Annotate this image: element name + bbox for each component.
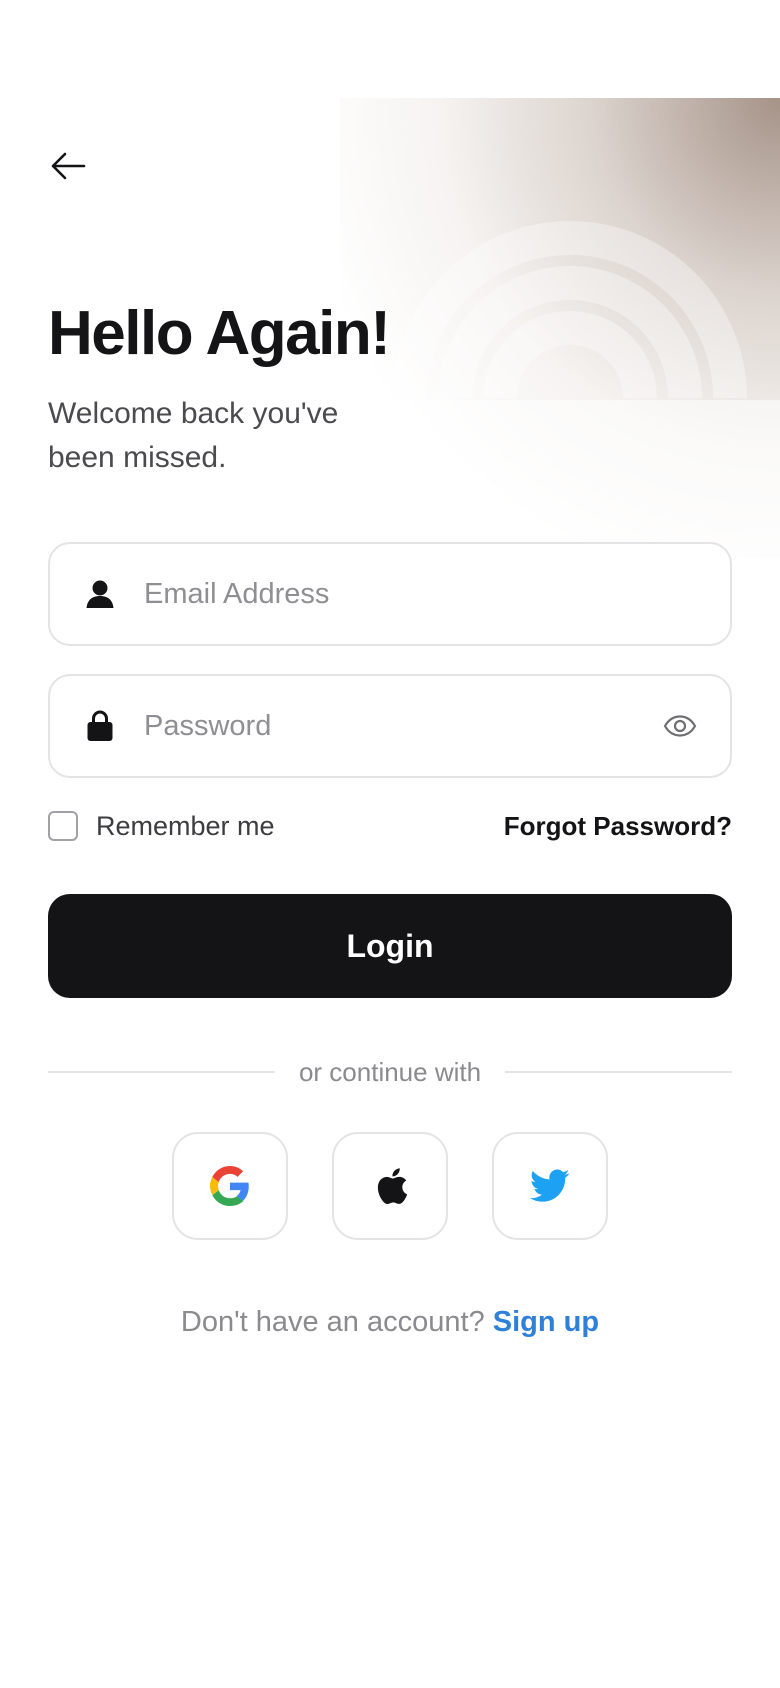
remember-me-checkbox[interactable] [48,811,78,841]
show-password-toggle[interactable] [660,706,700,746]
apple-icon [377,1168,408,1205]
email-field[interactable] [48,542,732,646]
page-subtitle: Welcome back you've been missed. [48,397,339,474]
divider-line-right [505,1071,733,1073]
signup-row: Don't have an account? Sign up [0,1306,780,1339]
google-icon [210,1166,249,1206]
email-input[interactable] [142,563,730,625]
twitter-login-button[interactable] [492,1132,608,1240]
decorative-background [340,98,780,558]
divider-line-left [48,1071,275,1073]
arrow-left-icon [51,152,86,180]
eye-icon [663,715,697,737]
google-login-button[interactable] [172,1132,288,1240]
remember-me-label: Remember me [96,810,275,841]
twitter-icon [530,1169,570,1202]
social-divider: or continue with [48,1054,733,1090]
login-screen: Hello Again! Welcome back you've been mi… [0,0,780,1688]
divider-text: or continue with [298,1056,482,1087]
options-row: Remember me Forgot Password? [48,808,732,844]
remember-me-option[interactable]: Remember me [48,811,275,842]
signup-link[interactable]: Sign up [493,1306,599,1338]
signup-prompt: Don't have an account? [180,1306,493,1338]
back-button[interactable] [44,142,92,190]
lock-icon [84,710,116,742]
forgot-password-link[interactable]: Forgot Password? [504,811,732,842]
password-input[interactable] [142,695,650,757]
password-field[interactable] [48,674,732,778]
user-icon [84,578,116,610]
login-button[interactable]: Login [48,894,732,998]
social-login-buttons [172,1132,608,1240]
page-title: Hello Again! [48,299,391,368]
apple-login-button[interactable] [332,1132,448,1240]
